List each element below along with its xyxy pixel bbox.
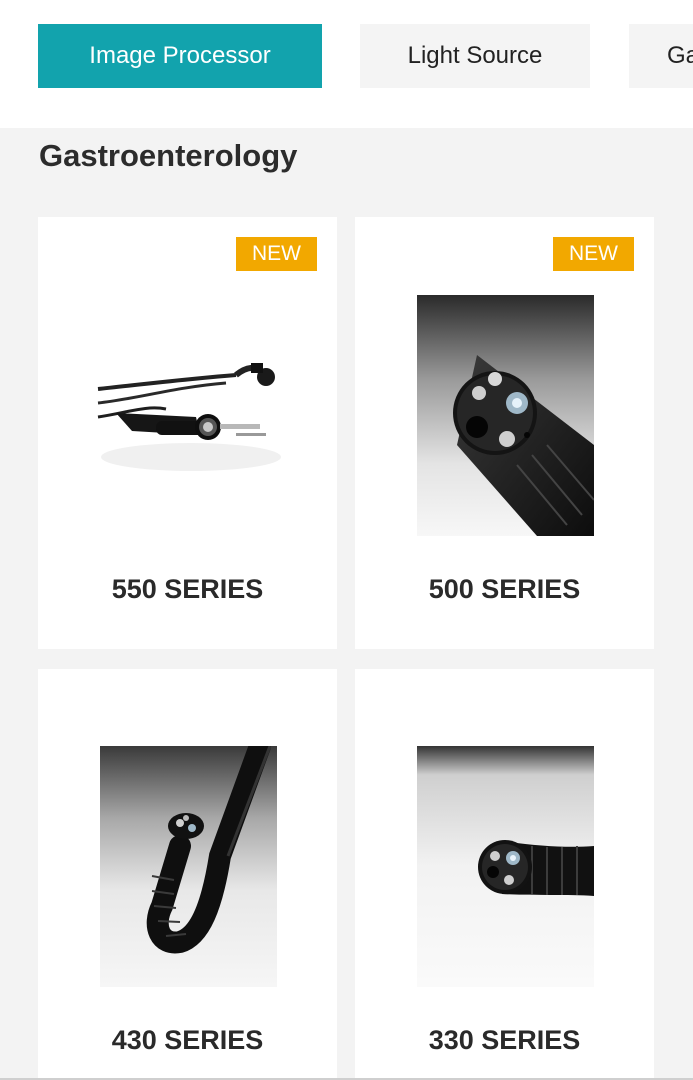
new-badge: NEW xyxy=(553,237,634,271)
product-name: 550 SERIES xyxy=(111,574,264,604)
tab-light-source[interactable]: Light Source xyxy=(360,24,590,88)
product-card-330[interactable]: 330 SERIES xyxy=(355,669,654,1080)
scope-tip-closeup-icon xyxy=(417,295,594,536)
tab-gastro[interactable]: Ga xyxy=(629,24,693,88)
tab-image-processor[interactable]: Image Processor xyxy=(38,24,322,88)
product-name: 500 SERIES xyxy=(428,574,581,604)
product-card-500[interactable]: NEW 500 SERIES xyxy=(355,217,654,649)
scope-with-connector-icon xyxy=(96,347,286,477)
product-name: 430 SERIES xyxy=(111,1025,264,1055)
product-card-550[interactable]: NEW 550 SERIES xyxy=(38,217,337,649)
scope-tip-icon xyxy=(417,746,594,987)
tab-label: Light Source xyxy=(407,42,543,69)
tab-label: Image Processor xyxy=(89,42,271,69)
section-title: Gastroenterology xyxy=(39,138,298,173)
product-card-430[interactable]: 430 SERIES xyxy=(38,669,337,1080)
product-name: 330 SERIES xyxy=(428,1025,581,1055)
category-tab-bar: Image Processor Light Source Ga xyxy=(0,0,693,128)
bent-scope-icon xyxy=(100,746,277,987)
tab-label: Ga xyxy=(667,42,693,69)
new-badge: NEW xyxy=(236,237,317,271)
